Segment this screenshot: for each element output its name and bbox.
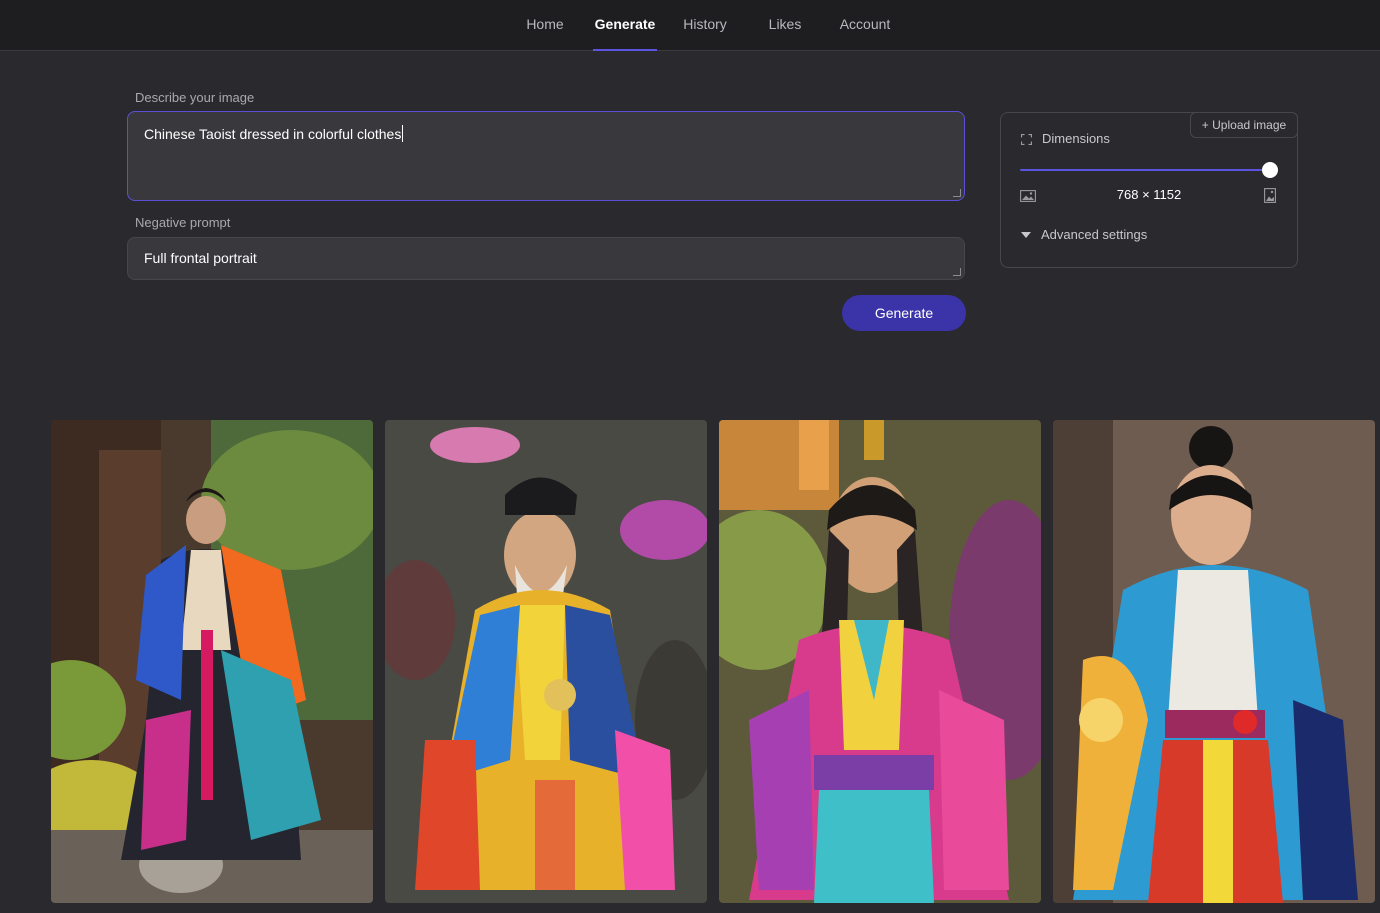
tab-account[interactable]: Account — [832, 0, 898, 50]
generate-button[interactable]: Generate — [842, 295, 966, 331]
prompt-text: Chinese Taoist dressed in colorful cloth… — [144, 126, 402, 142]
dimensions-slider-thumb[interactable] — [1262, 162, 1278, 178]
generated-image-2[interactable] — [385, 420, 707, 903]
dimensions-slider-track[interactable] — [1020, 169, 1272, 171]
caret-down-icon — [1021, 232, 1031, 238]
tab-generate[interactable]: Generate — [593, 0, 657, 51]
generated-image-1[interactable] — [51, 420, 373, 903]
tab-home[interactable]: Home — [518, 0, 572, 50]
generated-image-4[interactable] — [1053, 420, 1375, 903]
tab-history[interactable]: History — [677, 0, 733, 50]
resize-grip-icon[interactable] — [953, 189, 961, 197]
advanced-settings-label: Advanced settings — [1041, 227, 1148, 242]
portrait-image-icon[interactable] — [1264, 188, 1276, 203]
prompt-textarea[interactable]: Chinese Taoist dressed in colorful cloth… — [127, 111, 965, 201]
top-navigation: Home Generate History Likes Account — [0, 0, 1380, 51]
dimensions-value: 768 × 1152 — [1116, 187, 1182, 202]
landscape-image-icon[interactable] — [1020, 190, 1036, 202]
dimensions-label: Dimensions — [1042, 131, 1110, 146]
negative-prompt-label: Negative prompt — [135, 215, 231, 230]
upload-image-button[interactable]: + Upload image — [1190, 112, 1298, 138]
expand-icon — [1021, 134, 1032, 145]
resize-grip-icon[interactable] — [953, 268, 961, 276]
text-caret — [402, 125, 404, 142]
negative-prompt-text: Full frontal portrait — [144, 250, 257, 266]
tab-likes[interactable]: Likes — [762, 0, 808, 50]
negative-prompt-textarea[interactable]: Full frontal portrait — [127, 237, 965, 280]
generated-image-3[interactable] — [719, 420, 1041, 903]
prompt-label: Describe your image — [135, 90, 255, 105]
